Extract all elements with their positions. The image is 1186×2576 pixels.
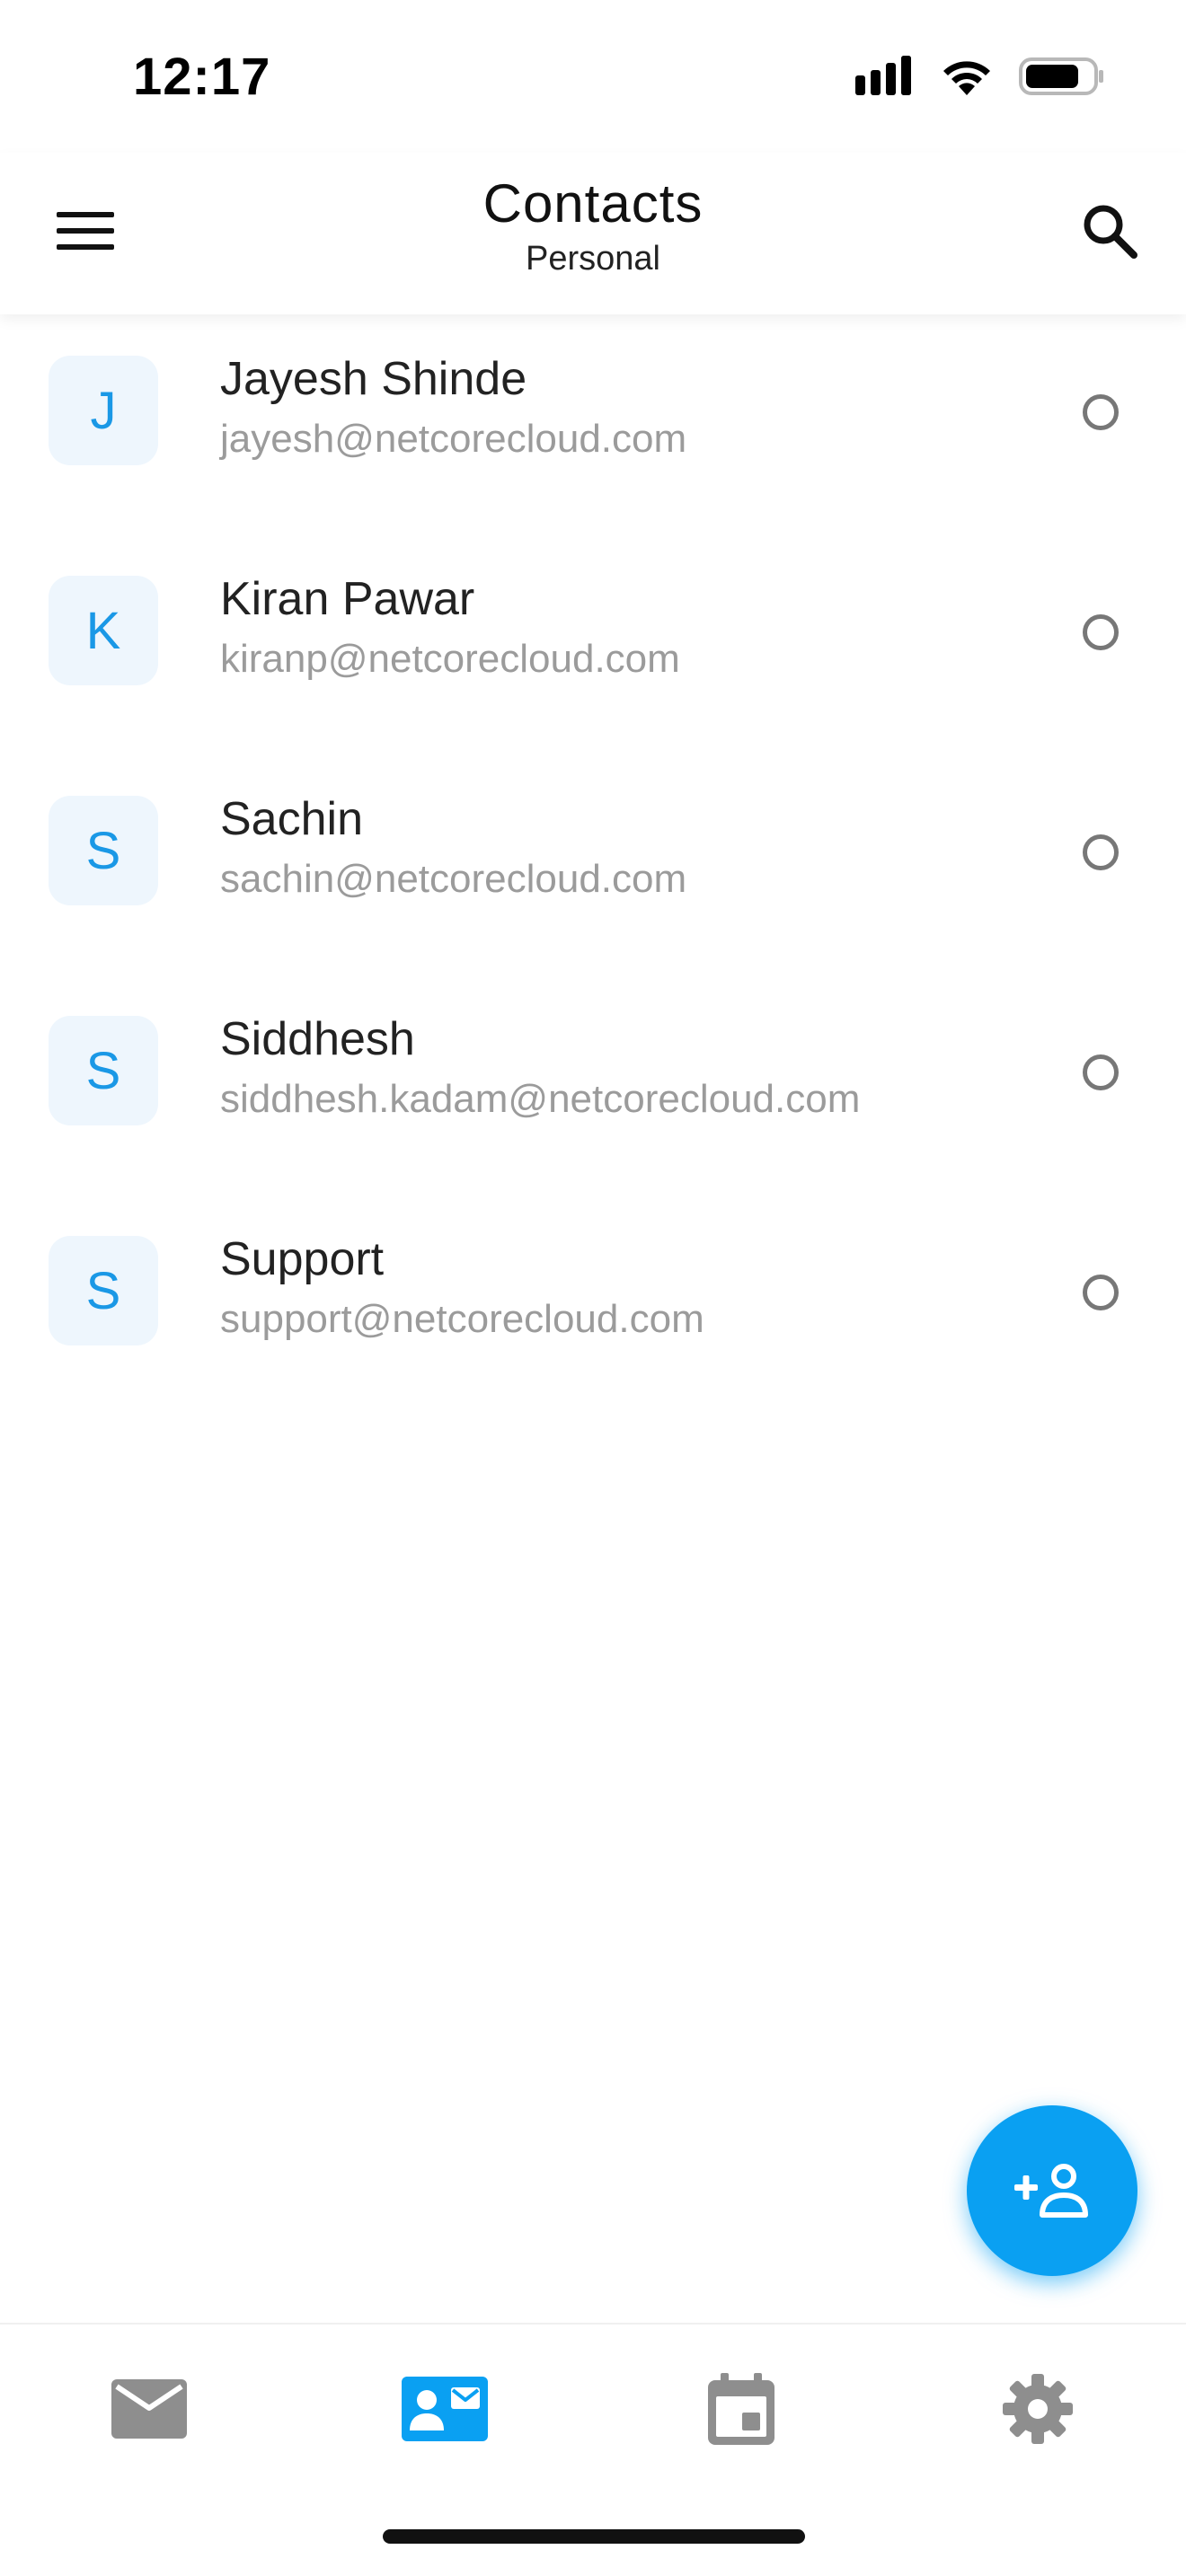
app-bar: Contacts Personal [0,153,1186,314]
contact-row[interactable]: J Jayesh Shinde jayesh@netcorecloud.com [0,302,1186,522]
contact-name: Siddhesh [220,1013,415,1065]
contact-list: J Jayesh Shinde jayesh@netcorecloud.com … [0,314,1186,1402]
avatar: J [49,356,158,465]
status-time: 12:17 [133,48,271,106]
contact-row[interactable]: K Kiran Pawar kiranp@netcorecloud.com [0,522,1186,742]
contact-email: kiranp@netcorecloud.com [220,637,680,681]
add-contact-button[interactable] [967,2105,1137,2276]
search-icon [1084,205,1137,259]
page-subtitle: Personal [526,240,660,278]
contact-email: siddhesh.kadam@netcorecloud.com [220,1077,861,1121]
contact-row[interactable]: S Support support@netcorecloud.com [0,1182,1186,1402]
select-radio[interactable] [1083,1275,1119,1310]
nav-mail[interactable] [100,2364,199,2454]
select-radio[interactable] [1083,614,1119,650]
wifi-icon [943,61,990,95]
contact-email: jayesh@netcorecloud.com [220,417,687,461]
contact-name: Sachin [220,793,363,845]
contacts-screen: 12:17 Contacts Personal J Jayesh Shinde … [0,0,1186,2576]
contact-row[interactable]: S Siddhesh siddhesh.kadam@netcorecloud.c… [0,962,1186,1182]
nav-settings[interactable] [988,2364,1087,2454]
calendar-icon [708,2373,774,2445]
select-radio[interactable] [1083,1054,1119,1090]
contact-name: Kiran Pawar [220,573,475,625]
contact-email: support@netcorecloud.com [220,1297,704,1341]
mail-icon [111,2379,187,2439]
select-radio[interactable] [1083,394,1119,430]
nav-contacts[interactable] [395,2364,494,2454]
add-person-icon [1014,2164,1088,2218]
select-radio[interactable] [1083,834,1119,870]
status-icons [855,56,1105,97]
nav-calendar[interactable] [692,2364,791,2454]
page-title: Contacts [482,173,704,234]
contact-row[interactable]: S Sachin sachin@netcorecloud.com [0,742,1186,962]
bottom-navigation [0,2323,1186,2502]
contact-name: Jayesh Shinde [220,353,527,405]
contact-name: Support [220,1233,385,1285]
title-block: Contacts Personal [0,172,1186,278]
home-indicator[interactable] [383,2529,805,2544]
avatar: K [49,576,158,685]
avatar: S [49,796,158,905]
search-button[interactable] [1069,190,1150,271]
gear-icon [1003,2374,1073,2444]
avatar: S [49,1016,158,1125]
battery-icon [1019,57,1103,95]
avatar: S [49,1236,158,1345]
contact-email: sachin@netcorecloud.com [220,857,687,901]
status-bar: 12:17 [0,0,1186,153]
cellular-signal-icon [855,56,911,95]
contacts-icon [402,2377,488,2441]
